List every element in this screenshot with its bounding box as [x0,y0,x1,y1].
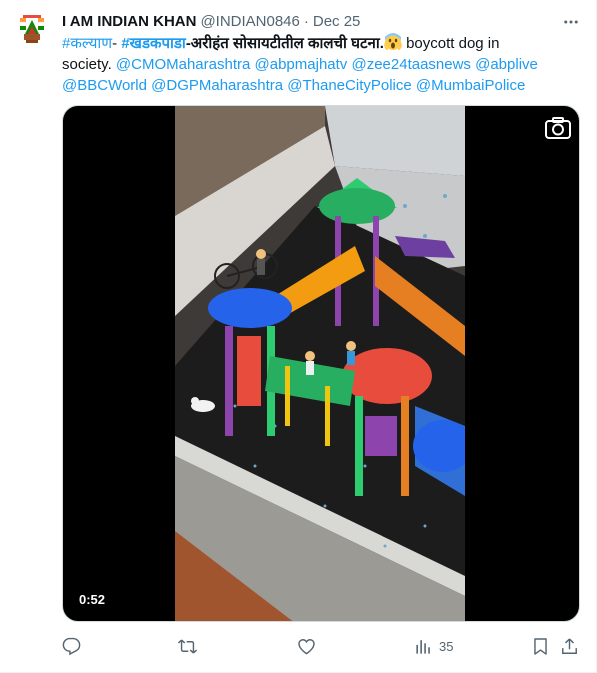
mention-zee24taasnews[interactable]: @zee24taasnews [351,56,470,73]
mention-thanecitypolice[interactable]: @ThaneCityPolice [287,77,411,94]
reply-button[interactable] [62,633,81,659]
bookmark-icon [534,637,547,655]
tweet-text-line-3: @BBCWorld @DGPMaharashtra @ThaneCityPoli… [62,75,582,96]
tweet-text-line-2: society. @CMOMaharashtra @abpmajhatv @ze… [62,54,582,75]
action-bar: 35 [62,633,582,659]
share-button[interactable] [560,633,579,659]
views-icon [416,639,430,654]
text-body-english: boycott dog in [401,35,500,52]
author-avatar[interactable] [12,10,52,50]
tweet-text: #कल्याण- #खडकपाडा-अरीहंत सोसायटीतील कालच… [62,33,582,96]
video-frame [175,106,465,621]
more-button[interactable] [560,11,582,33]
retweet-icon [178,639,197,653]
bookmark-button[interactable] [531,633,550,659]
mention-abpmajhatv[interactable]: @abpmajhatv [255,56,348,73]
video-duration: 0:52 [79,592,106,607]
text-dash: - [112,35,122,52]
profile-emblem-icon [12,10,52,50]
views-button[interactable]: 35 [414,633,453,659]
retweet-button[interactable] [178,633,197,659]
video-player[interactable]: 0:52 [62,105,580,622]
scream-emoji [384,33,402,51]
tweet-card[interactable]: I AM INDIAN KHAN @INDIAN0846 · Dec 25 #क… [0,0,597,673]
reply-icon [62,637,81,655]
mention-cmomaharashtra[interactable]: @CMOMaharashtra [116,56,250,73]
author-display-name[interactable]: I AM INDIAN KHAN [62,13,196,30]
mention-mumbaipolice[interactable]: @MumbaiPolice [416,77,525,94]
more-dots-icon [564,20,578,24]
hashtag-kalyan[interactable]: #कल्याण [62,35,112,52]
mention-abplive[interactable]: @abplive [475,56,538,73]
like-button[interactable] [297,633,316,659]
header-separator: · [303,12,309,30]
like-icon [298,638,315,654]
views-count: 35 [439,638,454,654]
mention-bbcworld[interactable]: @BBCWorld [62,77,147,94]
mention-dgpmaharashtra[interactable]: @DGPMaharashtra [151,77,283,94]
tweet-header: I AM INDIAN KHAN @INDIAN0846 · Dec 25 [62,12,360,30]
tweet-date[interactable]: Dec 25 [313,13,361,30]
text-body-society: society. [62,56,116,73]
text-body-marathi: -अरीहंत सोसायटीतील कालची घटना. [185,35,384,52]
hashtag-khadakpada[interactable]: #खडकपाडा [121,35,185,52]
author-handle[interactable]: @INDIAN0846 [200,13,299,30]
share-icon [562,637,577,654]
tweet-text-line-1: #कल्याण- #खडकपाडा-अरीहंत सोसायटीतील कालच… [62,33,582,54]
camera-icon[interactable] [544,116,572,140]
